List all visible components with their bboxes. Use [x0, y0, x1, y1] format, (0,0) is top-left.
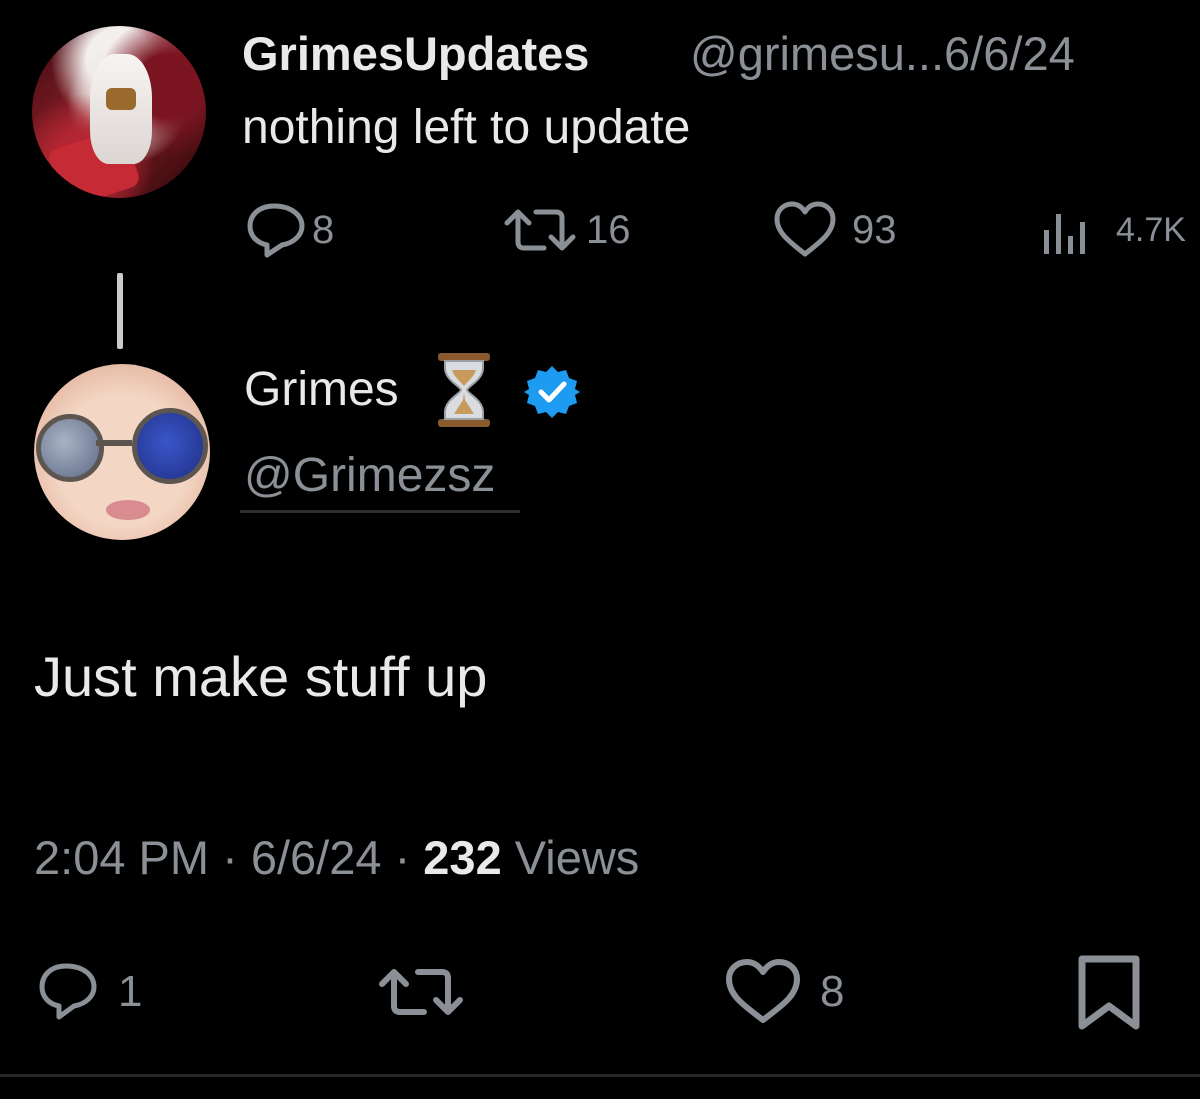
main-reply-button[interactable]: 1: [36, 960, 142, 1024]
main-tweet-text: Just make stuff up: [34, 645, 488, 708]
parent-tweet-text: nothing left to update: [242, 101, 691, 154]
meta-separator: ·: [209, 831, 251, 884]
hourglass-icon: [438, 353, 490, 427]
main-repost-button[interactable]: [378, 960, 464, 1024]
tweet-time[interactable]: 2:04 PM: [34, 831, 209, 884]
parent-handle-date[interactable]: @grimesu...6/6/24: [690, 26, 1075, 81]
main-like-count: 8: [820, 967, 845, 1016]
main-handle[interactable]: @Grimezsz: [244, 448, 495, 503]
parent-views-button[interactable]: 4.7K: [1040, 200, 1186, 260]
main-display-name[interactable]: Grimes: [244, 362, 399, 417]
repost-icon: [504, 209, 576, 251]
tweet-meta: 2:04 PM · 6/6/24 · 232 Views: [34, 830, 639, 885]
bottom-divider: [0, 1074, 1200, 1077]
views-count: 232: [423, 831, 502, 884]
tweet-date[interactable]: 6/6/24: [251, 831, 382, 884]
parent-like-count: 93: [852, 207, 897, 252]
avatar-grimesupdates[interactable]: [32, 26, 206, 198]
thread-connector: [117, 273, 123, 349]
reply-icon: [247, 203, 305, 258]
repost-icon: [379, 969, 463, 1015]
handle-divider: [240, 510, 520, 513]
views-label: Views: [501, 831, 640, 884]
parent-reply-button[interactable]: 8: [244, 200, 334, 260]
avatar-grimes[interactable]: [34, 364, 210, 540]
avatar-lips: [106, 500, 150, 520]
parent-like-button[interactable]: 93: [772, 200, 897, 260]
meta-separator: ·: [381, 831, 424, 884]
avatar-mask: [106, 88, 136, 110]
bookmark-icon: [1078, 955, 1140, 1030]
parent-views-count: 4.7K: [1116, 210, 1186, 249]
goggle-left: [36, 414, 104, 482]
goggle-right: [132, 408, 208, 484]
reply-icon: [39, 963, 97, 1020]
like-icon: [774, 201, 836, 257]
main-like-button[interactable]: 8: [724, 958, 844, 1026]
views-icon: [1044, 214, 1085, 254]
parent-reply-count: 8: [312, 207, 335, 252]
main-bookmark-button[interactable]: [1076, 954, 1142, 1032]
like-icon: [726, 959, 800, 1023]
main-reply-count: 1: [118, 967, 143, 1016]
parent-repost-button[interactable]: 16: [504, 200, 631, 260]
parent-repost-count: 16: [586, 207, 631, 252]
verified-icon: [524, 366, 580, 418]
goggle-bridge: [96, 440, 132, 446]
parent-display-name[interactable]: GrimesUpdates: [242, 26, 589, 81]
